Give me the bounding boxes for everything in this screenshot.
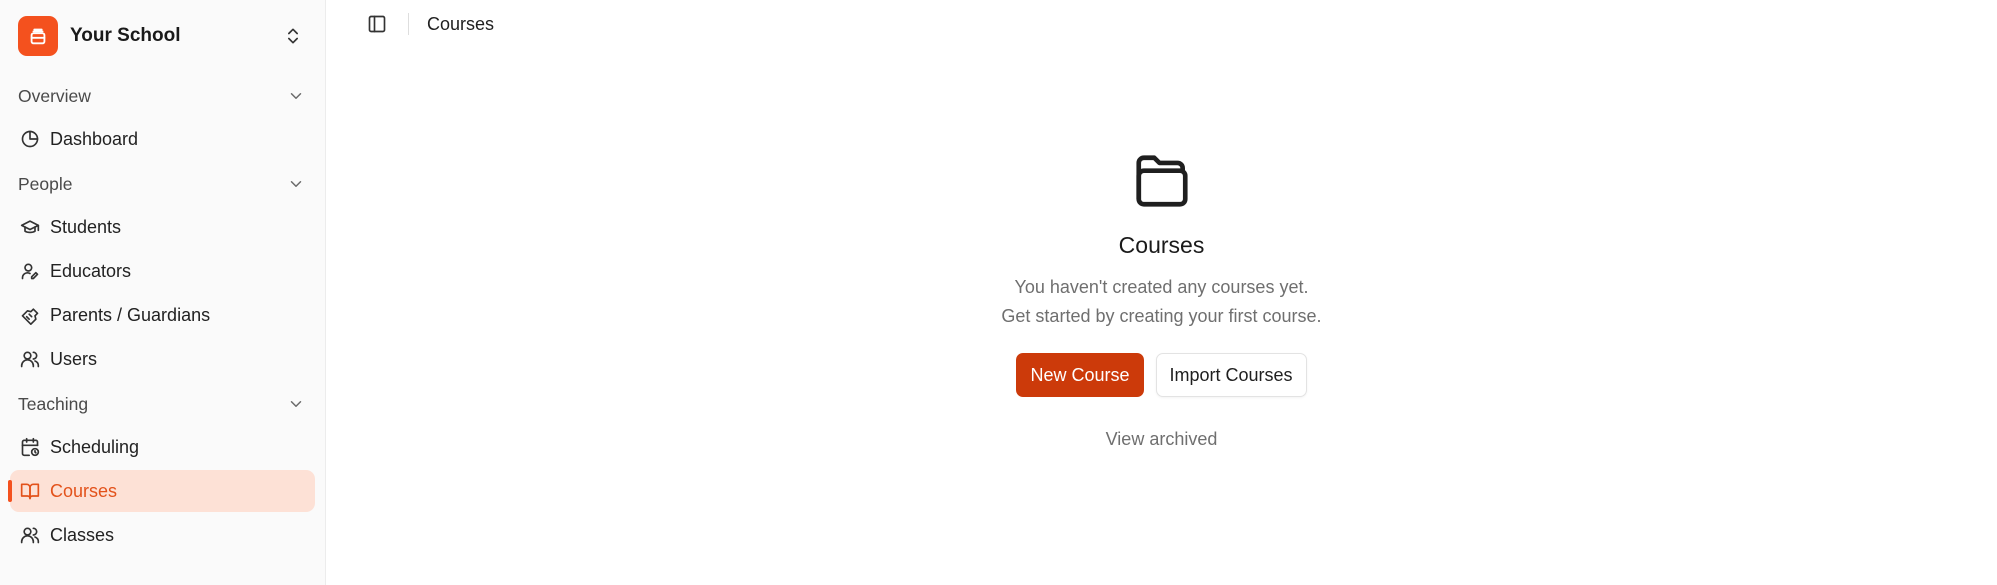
empty-state-title: Courses <box>1118 232 1205 258</box>
chevron-down-icon <box>287 395 305 413</box>
nav-group-label: Overview <box>18 85 91 106</box>
sidebar-item-courses[interactable]: Courses <box>8 470 315 512</box>
school-switcher[interactable]: Your School <box>10 0 315 72</box>
users-icon <box>20 349 40 369</box>
empty-state-description: You haven't created any courses yet. Get… <box>1001 273 1321 331</box>
view-archived-link[interactable]: View archived <box>1106 429 1218 450</box>
sidebar-item-label: Students <box>50 216 122 237</box>
chevrons-up-down-icon <box>283 26 303 46</box>
handshake-icon <box>20 305 40 325</box>
book-open-icon <box>20 481 40 501</box>
sidebar-item-label: Users <box>50 348 98 369</box>
sidebar-item-label: Educators <box>50 260 132 281</box>
nav-group-people[interactable]: People <box>10 164 315 204</box>
sidebar: Your School Overview Dashboard People St… <box>0 0 326 585</box>
sidebar-item-students[interactable]: Students <box>10 206 315 248</box>
new-course-button[interactable]: New Course <box>1016 353 1144 397</box>
sidebar-item-label: Scheduling <box>50 436 140 457</box>
graduation-cap-icon <box>20 217 40 237</box>
calendar-clock-icon <box>20 437 40 457</box>
nav-group-label: Teaching <box>18 393 89 414</box>
school-name: Your School <box>70 25 181 46</box>
sidebar-item-label: Courses <box>50 480 118 501</box>
import-courses-button[interactable]: Import Courses <box>1155 353 1307 397</box>
sidebar-item-label: Dashboard <box>50 128 139 149</box>
breadcrumb: Courses <box>427 13 495 34</box>
users-icon <box>20 525 40 545</box>
sidebar-item-users[interactable]: Users <box>10 338 315 380</box>
chevron-down-icon <box>287 175 305 193</box>
user-pen-icon <box>20 261 40 281</box>
folder-icon <box>1131 150 1193 212</box>
school-logo-icon <box>18 16 58 56</box>
sidebar-toggle-button[interactable] <box>360 7 394 41</box>
sidebar-item-dashboard[interactable]: Dashboard <box>10 118 315 160</box>
sidebar-item-educators[interactable]: Educators <box>10 250 315 292</box>
topbar-divider <box>408 13 409 35</box>
chevron-down-icon <box>287 87 305 105</box>
topbar: Courses <box>326 0 1997 96</box>
sidebar-item-label: Classes <box>50 524 115 545</box>
nav-group-teaching[interactable]: Teaching <box>10 384 315 424</box>
empty-state-description-line2: Get started by creating your first cours… <box>1001 306 1322 326</box>
nav-group-label: People <box>18 173 73 194</box>
empty-state-actions: New Course Import Courses <box>1016 353 1307 397</box>
sidebar-item-label: Parents / Guardians <box>50 304 211 325</box>
main-content: Courses Courses You haven't created any … <box>326 0 1997 585</box>
sidebar-item-classes[interactable]: Classes <box>10 514 315 556</box>
nav-group-overview[interactable]: Overview <box>10 76 315 116</box>
panel-left-icon <box>367 14 387 34</box>
pie-chart-icon <box>20 129 40 149</box>
sidebar-item-scheduling[interactable]: Scheduling <box>10 426 315 468</box>
empty-state-description-line1: You haven't created any courses yet. <box>1014 277 1309 297</box>
sidebar-item-parents-guardians[interactable]: Parents / Guardians <box>10 294 315 336</box>
empty-state: Courses You haven't created any courses … <box>326 150 1997 450</box>
